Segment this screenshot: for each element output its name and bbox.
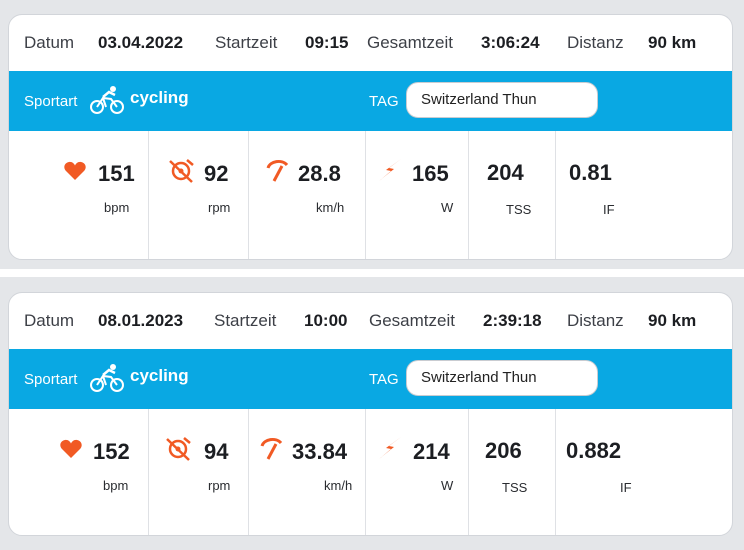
- activity-header: Datum 08.01.2023 Startzeit 10:00 Gesamtz…: [9, 293, 732, 349]
- metric-divider: [248, 131, 249, 259]
- metric-divider: [555, 131, 556, 259]
- metric-divider: [365, 131, 366, 259]
- speed-icon: [260, 437, 283, 460]
- bike-icon: [90, 364, 124, 392]
- cadence-value: 94: [204, 439, 229, 464]
- gesamtzeit-value: 3:06:24: [481, 33, 540, 52]
- tss-value: 206: [485, 438, 522, 463]
- cadence-icon: [169, 159, 194, 183]
- activity-card: Datum 08.01.2023 Startzeit 10:00 Gesamtz…: [8, 292, 733, 536]
- speed-unit: km/h: [324, 478, 353, 493]
- power-value: 214: [413, 439, 450, 464]
- heart-rate-unit: bpm: [103, 478, 129, 493]
- speed-unit: km/h: [316, 200, 345, 215]
- heart-rate-unit: bpm: [104, 200, 130, 215]
- speed-value: 33.84: [292, 439, 348, 464]
- metrics-row: 151 bpm 92 rpm 28.8 km/h 165 W 204 TSS 0…: [9, 131, 732, 259]
- power-icon: [379, 159, 401, 181]
- heart-rate-value: 151: [98, 161, 135, 186]
- gesamtzeit-label: Gesamtzeit: [369, 311, 455, 330]
- cadence-unit: rpm: [208, 478, 231, 493]
- heart-icon: [64, 161, 86, 180]
- power-unit: W: [441, 200, 454, 215]
- startzeit-label: Startzeit: [215, 33, 278, 52]
- metric-divider: [148, 131, 149, 259]
- sportart-label: Sportart: [24, 371, 78, 388]
- distanz-value: 90 km: [648, 311, 697, 330]
- gesamtzeit-label: Gesamtzeit: [367, 33, 453, 52]
- power-value: 165: [412, 161, 449, 186]
- metric-divider: [248, 409, 249, 535]
- speed-icon: [266, 159, 289, 182]
- power-icon: [379, 437, 401, 459]
- datum-label: Datum: [24, 311, 75, 330]
- if-value: 0.882: [566, 438, 622, 463]
- if-value: 0.81: [569, 160, 612, 185]
- distanz-label: Distanz: [567, 311, 624, 330]
- startzeit-value: 09:15: [305, 33, 349, 52]
- heart-icon: [60, 439, 82, 458]
- metric-divider: [468, 409, 469, 535]
- bike-icon: [90, 86, 124, 114]
- tag-label: TAG: [369, 93, 399, 110]
- activity-card: Datum 03.04.2022 Startzeit 09:15 Gesamtz…: [8, 14, 733, 260]
- sport-band: Sportart cycling TAG Switzerland Thun: [9, 71, 732, 131]
- metric-divider: [555, 409, 556, 535]
- if-unit: IF: [603, 202, 615, 217]
- metric-divider: [365, 409, 366, 535]
- sport-value: cycling: [130, 88, 189, 107]
- cadence-unit: rpm: [208, 200, 231, 215]
- metrics-row: 152 bpm 94 rpm 33.84 km/h 214 W 206 TSS …: [9, 409, 732, 535]
- distanz-label: Distanz: [567, 33, 624, 52]
- card-separator: [0, 269, 744, 277]
- gesamtzeit-value: 2:39:18: [483, 311, 542, 330]
- sportart-label: Sportart: [24, 93, 78, 110]
- datum-label: Datum: [24, 33, 75, 52]
- speed-value: 28.8: [298, 161, 341, 186]
- datum-value: 08.01.2023: [98, 311, 184, 330]
- metric-divider: [468, 131, 469, 259]
- distanz-value: 90 km: [648, 33, 697, 52]
- heart-rate-value: 152: [93, 439, 130, 464]
- cadence-value: 92: [204, 161, 229, 186]
- sport-value: cycling: [130, 366, 189, 385]
- tag-field[interactable]: Switzerland Thun: [406, 360, 598, 396]
- startzeit-value: 10:00: [304, 311, 348, 330]
- tss-unit: TSS: [502, 480, 528, 495]
- activity-header: Datum 03.04.2022 Startzeit 09:15 Gesamtz…: [9, 15, 732, 71]
- sport-band: Sportart cycling TAG Switzerland Thun: [9, 349, 732, 409]
- tss-unit: TSS: [506, 202, 532, 217]
- power-unit: W: [441, 478, 454, 493]
- datum-value: 03.04.2022: [98, 33, 184, 52]
- tag-label: TAG: [369, 371, 399, 388]
- cadence-icon: [166, 437, 191, 461]
- tag-field[interactable]: Switzerland Thun: [406, 82, 598, 118]
- metric-divider: [148, 409, 149, 535]
- startzeit-label: Startzeit: [214, 311, 277, 330]
- if-unit: IF: [620, 480, 632, 495]
- tss-value: 204: [487, 160, 524, 185]
